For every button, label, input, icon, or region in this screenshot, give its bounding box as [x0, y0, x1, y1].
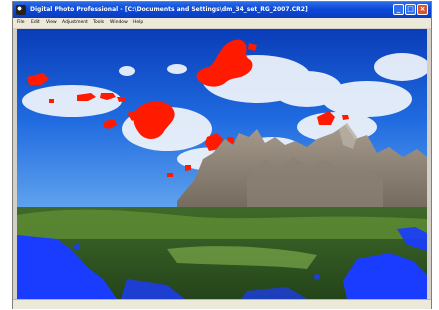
title-bar[interactable]: Digital Photo Professional - [C:\Documen…	[13, 2, 431, 18]
menu-view[interactable]: View	[46, 18, 57, 28]
app-icon	[16, 5, 26, 15]
status-bar	[13, 299, 431, 309]
menu-help[interactable]: Help	[133, 18, 143, 28]
photo-preview	[17, 29, 427, 299]
minimize-button[interactable]: _	[393, 4, 404, 15]
menu-window[interactable]: Window	[110, 18, 128, 28]
window-title: Digital Photo Professional - [C:\Documen…	[30, 6, 308, 13]
maximize-button[interactable]: □	[405, 4, 416, 15]
menu-tools[interactable]: Tools	[93, 18, 104, 28]
image-canvas[interactable]	[17, 29, 427, 299]
application-window: Digital Photo Professional - [C:\Documen…	[13, 2, 431, 309]
menu-bar: File Edit View Adjustment Tools Window H…	[13, 18, 431, 28]
menu-file[interactable]: File	[17, 18, 25, 28]
close-button[interactable]: ×	[417, 4, 428, 15]
menu-edit[interactable]: Edit	[31, 18, 40, 28]
menu-adjustment[interactable]: Adjustment	[62, 18, 88, 28]
